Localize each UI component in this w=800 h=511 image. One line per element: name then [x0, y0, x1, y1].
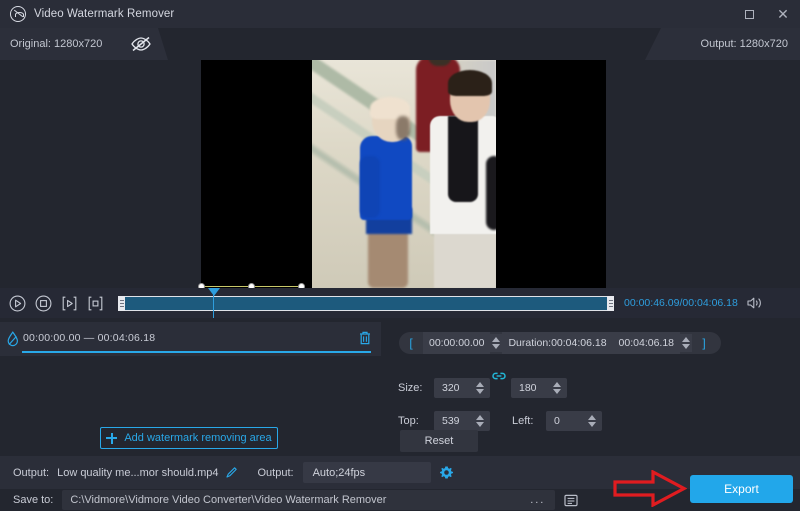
close-icon[interactable]: ✕	[766, 0, 800, 28]
circle-play-icon[interactable]	[9, 295, 26, 312]
watermark-area-range: 00:00:00.00 — 00:04:06.18	[23, 332, 155, 344]
gear-icon[interactable]	[439, 465, 454, 480]
size-width-input[interactable]: 320	[434, 378, 490, 398]
left-stepper[interactable]	[586, 412, 598, 430]
top-stepper[interactable]	[474, 412, 486, 430]
reset-button[interactable]: Reset	[400, 430, 478, 452]
range-bracket-open[interactable]: [	[399, 336, 423, 350]
link-ratio-icon[interactable]	[492, 370, 506, 382]
original-resolution-label: Original: 1280x720	[10, 38, 102, 50]
range-end-stepper[interactable]	[680, 334, 692, 352]
output-format-label: Output:	[258, 467, 294, 479]
watermark-droplet-icon	[6, 331, 20, 347]
maximize-icon[interactable]	[732, 0, 766, 28]
pencil-icon[interactable]	[225, 466, 238, 479]
save-to-path-input[interactable]: C:\Vidmore\Vidmore Video Converter\Video…	[62, 490, 555, 510]
open-folder-icon[interactable]	[563, 493, 579, 507]
size-width-stepper[interactable]	[474, 379, 486, 397]
red-arrow-annotation	[613, 470, 687, 507]
timeline[interactable]	[118, 288, 614, 318]
browse-dots-button[interactable]: ...	[530, 494, 545, 506]
save-to-label: Save to:	[13, 494, 53, 506]
output-file-name: Low quality me...mor should.mp4	[57, 467, 218, 479]
time-display: 00:00:46.09/00:04:06.18	[624, 297, 738, 309]
time-range-control: [ 00:00:00.00 Duration:00:04:06.18 00:04…	[399, 332, 721, 354]
watermark-area-row[interactable]: 00:00:00.00 — 00:04:06.18	[0, 322, 381, 356]
bracket-play-icon[interactable]	[61, 295, 78, 312]
video-preview[interactable]	[201, 60, 606, 288]
output-resolution-label: Output: 1280x720	[701, 38, 788, 50]
timeline-handle-right[interactable]	[607, 296, 614, 311]
circle-stop-icon[interactable]	[35, 295, 52, 312]
size-width-value: 320	[434, 382, 460, 394]
timeline-handle-left[interactable]	[118, 296, 125, 311]
top-input[interactable]: 539	[434, 411, 490, 431]
save-to-path-value: C:\Vidmore\Vidmore Video Converter\Video…	[70, 494, 386, 506]
timeline-track[interactable]	[118, 296, 614, 311]
window-controls: ✕	[732, 0, 800, 28]
plus-icon	[106, 433, 117, 444]
playback-bar: 00:00:46.09/00:04:06.18	[0, 288, 800, 318]
video-content	[312, 60, 496, 288]
title-bar: Video Watermark Remover ✕	[0, 0, 800, 28]
app-logo-icon	[10, 6, 26, 22]
size-height-stepper[interactable]	[551, 379, 563, 397]
size-label: Size:	[398, 382, 422, 394]
top-value: 539	[434, 415, 460, 427]
app-window: Video Watermark Remover ✕ Original: 1280…	[0, 0, 800, 511]
size-height-input[interactable]: 180	[511, 378, 567, 398]
output-format-select[interactable]: Auto;24fps	[303, 462, 431, 483]
sub-header: Original: 1280x720 Change Source File Lo…	[0, 28, 800, 60]
output-file-label: Output:	[13, 467, 49, 479]
eye-off-icon[interactable]	[130, 36, 152, 52]
window-title: Video Watermark Remover	[34, 8, 174, 20]
size-height-value: 180	[511, 382, 537, 394]
range-end-input[interactable]: 00:04:06.18	[613, 332, 680, 354]
output-resolution-tab: Output: 1280x720	[645, 28, 800, 60]
add-area-label: Add watermark removing area	[124, 432, 271, 444]
left-input[interactable]: 0	[546, 411, 602, 431]
range-duration-label: Duration:00:04:06.18	[502, 332, 612, 354]
volume-icon[interactable]	[747, 296, 763, 310]
trash-icon[interactable]	[358, 330, 372, 346]
timeline-playhead[interactable]	[213, 293, 214, 318]
top-label: Top:	[398, 415, 419, 427]
range-start-input[interactable]: 00:00:00.00	[423, 332, 490, 354]
bracket-snapshot-icon[interactable]	[87, 295, 104, 312]
add-watermark-removing-area-button[interactable]: Add watermark removing area	[100, 427, 278, 449]
range-bracket-close[interactable]: ]	[692, 336, 716, 350]
export-button[interactable]: Export	[690, 475, 793, 503]
video-stage	[0, 60, 800, 288]
left-label: Left:	[512, 415, 533, 427]
left-value: 0	[546, 415, 560, 427]
watermark-area-progress	[22, 351, 371, 353]
range-start-stepper[interactable]	[490, 334, 502, 352]
